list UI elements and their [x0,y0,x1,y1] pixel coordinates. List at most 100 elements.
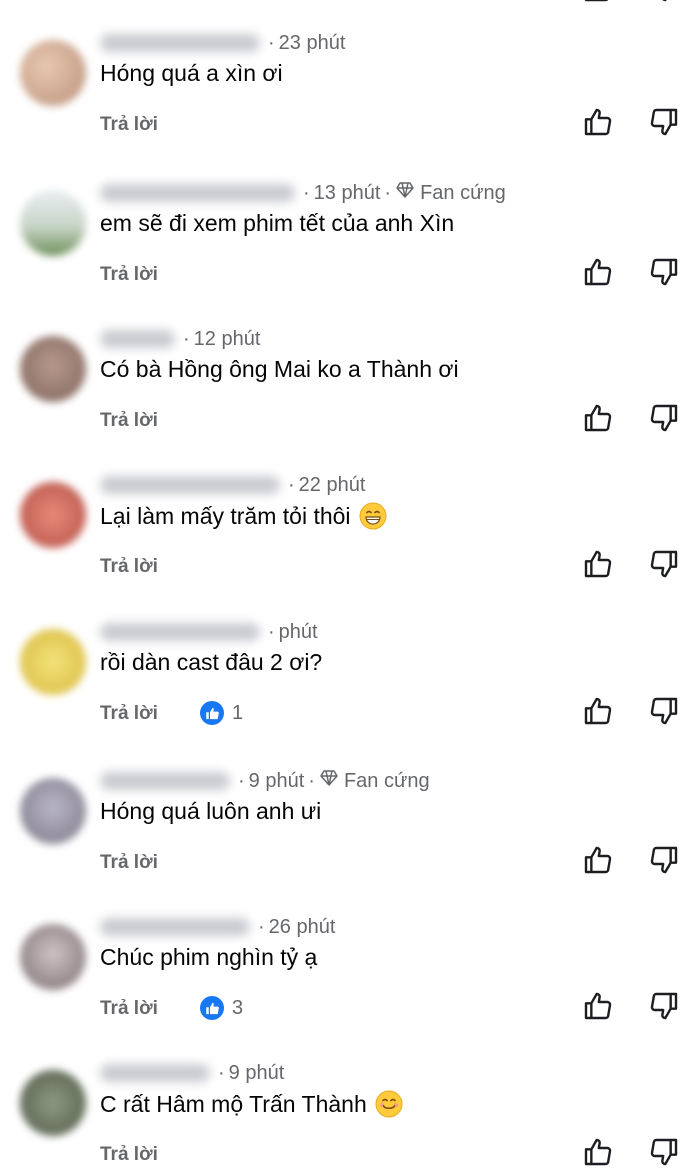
reply-button[interactable]: Trả lời [100,556,158,578]
comment-body: Hóng quá a xìn ơi [100,60,283,86]
comment-meta: · 22 phút [100,472,365,498]
avatar[interactable] [20,629,86,695]
reply-button[interactable]: Trả lời [100,410,158,432]
comment-time[interactable]: 22 phút [299,474,366,497]
comment-time[interactable]: phút [279,621,318,644]
previous-comment-actions: Trả lời [0,0,700,6]
diamond-icon [395,180,420,206]
smiling-emoji-icon [375,1090,403,1118]
diamond-icon [319,768,344,794]
comment-item: · 22 phút Lại làm mấy trăm tỏi thôi Trả lời [0,474,700,628]
like-count: 1 [232,701,244,724]
dislike-icon[interactable] [648,548,680,580]
comment-meta: · 23 phút [100,30,345,56]
avatar[interactable] [20,336,86,402]
comment-body: Chúc phim nghìn tỷ ạ [100,944,318,970]
reaction-count[interactable]: 3 [200,996,243,1020]
comment-text: C rất Hâm mộ Trấn Thành [100,1090,403,1118]
author-name[interactable] [100,1064,210,1082]
comment-item: · 12 phút Có bà Hồng ông Mai ko a Thành ơi… [0,328,700,482]
author-name[interactable] [100,772,230,790]
comment-body: Lại làm mấy trăm tỏi thôi [100,502,351,529]
like-icon[interactable] [582,990,614,1022]
separator-dot: · [238,769,245,792]
dislike-icon[interactable] [648,1136,680,1168]
dislike-icon[interactable] [648,990,680,1022]
author-name[interactable] [100,184,295,202]
author-name[interactable] [100,623,260,641]
comment-text: em sẽ đi xem phim tết của anh Xìn [100,210,454,237]
comment-item: · 9 phút C rất Hâm mộ Trấn Thành Trả lời [0,1062,700,1175]
comment-time[interactable]: 13 phút [314,182,381,205]
like-icon[interactable] [582,402,614,434]
dislike-icon[interactable] [648,695,680,727]
comment-item: · 13 phút · Fan cứng em sẽ đi xem phim tết c… [0,182,700,336]
comment-meta: · 9 phút · Fan cứng [100,768,430,794]
reply-button[interactable]: Trả lời [100,264,158,286]
like-icon[interactable] [582,695,614,727]
fan-badge: Fan cứng [395,180,506,206]
reaction-count[interactable]: 1 [200,701,243,725]
author-name[interactable] [100,476,280,494]
comment-time[interactable]: 23 phút [279,32,346,55]
like-icon[interactable] [582,548,614,580]
dislike-icon[interactable] [648,106,680,138]
fan-label: Fan cứng [343,769,430,792]
author-name[interactable] [100,918,250,936]
avatar[interactable] [20,778,86,844]
comment-meta: · 13 phút · Fan cứng [100,180,506,206]
comment-item: · 26 phút Chúc phim nghìn tỷ ạ Trả lời 3 [0,916,700,1070]
like-reaction-icon [200,701,224,725]
grinning-emoji-icon [359,502,387,530]
like-icon[interactable] [582,1136,614,1168]
comment-meta: · 9 phút [100,1060,284,1086]
comment-item: · phút rồi dàn cast đâu 2 ơi? Trả lời 1 [0,621,700,775]
avatar[interactable] [20,40,86,106]
like-icon[interactable] [582,256,614,288]
comment-text: rồi dàn cast đâu 2 ơi? [100,649,322,676]
dislike-icon[interactable] [648,256,680,288]
comment-text: Có bà Hồng ông Mai ko a Thành ơi [100,356,459,383]
separator-dot: · [183,327,190,350]
like-icon[interactable] [582,106,614,138]
comment-text: Lại làm mấy trăm tỏi thôi [100,502,387,530]
comment-body: rồi dàn cast đâu 2 ơi? [100,649,323,675]
dislike-icon[interactable] [648,0,680,4]
comment-time[interactable]: 26 phút [269,916,336,939]
separator-dot: · [268,620,275,643]
reply-button[interactable]: Trả lời [100,114,158,136]
fan-badge: Fan cứng [319,768,430,794]
dislike-icon[interactable] [648,402,680,434]
comment-body: C rất Hâm mộ Trấn Thành [100,1090,367,1117]
avatar[interactable] [20,190,86,256]
separator-dot: · [288,473,295,496]
comment-item: · 9 phút · Fan cứng Hóng quá luôn anh ưi Trả … [0,770,700,924]
like-icon[interactable] [582,0,614,4]
like-count: 3 [232,996,244,1019]
dislike-icon[interactable] [648,844,680,876]
like-icon[interactable] [582,844,614,876]
comment-body: Có bà Hồng ông Mai ko a Thành ơi [100,356,459,382]
comment-text: Hóng quá a xìn ơi [100,60,283,87]
comment-time[interactable]: 9 phút [229,1062,285,1085]
separator-dot: · [268,31,275,54]
comment-meta: · 26 phút [100,914,335,940]
reply-button[interactable]: Trả lời [100,998,158,1020]
comment-body: em sẽ đi xem phim tết của anh Xìn [100,210,455,236]
author-name[interactable] [100,34,260,52]
avatar[interactable] [20,1070,86,1136]
comment-time[interactable]: 9 phút [249,770,305,793]
separator-dot: · [218,1061,225,1084]
comment-time[interactable]: 12 phút [194,328,261,351]
reply-button[interactable]: Trả lời [100,852,158,874]
comment-meta: · 12 phút [100,326,260,352]
comment-meta: · phút [100,619,318,645]
reply-button[interactable]: Trả lời [100,703,158,725]
avatar[interactable] [20,482,86,548]
separator-dot: · [384,181,392,204]
comment-text: Chúc phim nghìn tỷ ạ [100,944,317,971]
reply-button[interactable]: Trả lời [100,1144,158,1166]
author-name[interactable] [100,330,175,348]
separator-dot: · [308,769,315,792]
avatar[interactable] [20,924,86,990]
